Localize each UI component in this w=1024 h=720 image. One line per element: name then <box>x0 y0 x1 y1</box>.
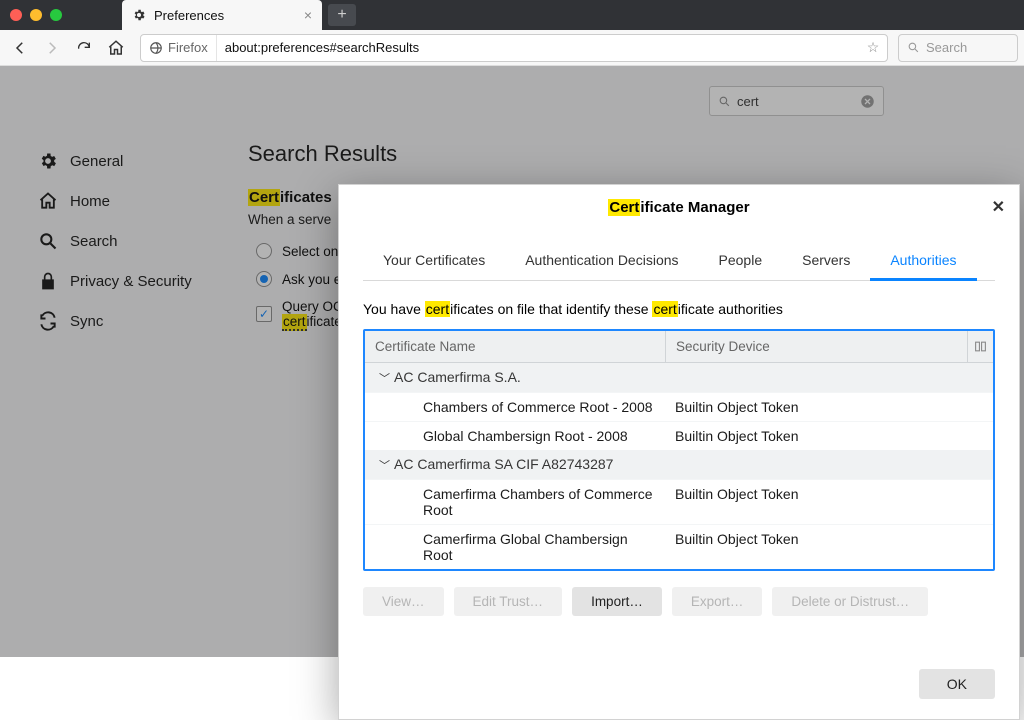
tab-your-certificates[interactable]: Your Certificates <box>363 242 505 280</box>
url-bar[interactable]: Firefox about:preferences#searchResults … <box>140 34 888 62</box>
table-row[interactable]: Global Chambersign Root - 2008Builtin Ob… <box>365 421 993 450</box>
highlight: Cert <box>608 199 640 216</box>
bookmark-star-icon[interactable]: ☆ <box>859 39 887 56</box>
home-button[interactable] <box>102 34 130 62</box>
export-button[interactable]: Export… <box>672 587 763 616</box>
tab-authorities[interactable]: Authorities <box>870 242 976 280</box>
tab-strip: Preferences × + <box>0 0 1024 30</box>
window-close-button[interactable] <box>10 9 22 21</box>
table-group[interactable]: ﹀AC Camerfirma S.A. <box>365 363 993 392</box>
dialog-title: Certificate Manager ✕ <box>339 185 1019 220</box>
search-placeholder: Search <box>926 40 967 55</box>
new-tab-button[interactable]: + <box>328 4 356 26</box>
delete-distrust-button[interactable]: Delete or Distrust… <box>772 587 928 616</box>
table-row[interactable]: Camerfirma Global Chambersign RootBuilti… <box>365 524 993 569</box>
tab-preferences[interactable]: Preferences × <box>122 0 322 30</box>
highlight: cert <box>652 301 677 317</box>
tab-title: Preferences <box>154 8 224 23</box>
import-button[interactable]: Import… <box>572 587 662 616</box>
cell-security-device: Builtin Object Token <box>665 480 993 524</box>
tab-servers[interactable]: Servers <box>782 242 870 280</box>
identity-label: Firefox <box>168 40 208 55</box>
tab-auth-decisions[interactable]: Authentication Decisions <box>505 242 698 280</box>
certificate-manager-dialog: Certificate Manager ✕ Your Certificates … <box>338 184 1020 720</box>
cell-cert-name: Global Chambersign Root - 2008 <box>365 422 665 450</box>
table-row[interactable]: Chambers of Commerce Root - 2008Builtin … <box>365 392 993 421</box>
table-row[interactable]: Camerfirma Chambers of Commerce RootBuil… <box>365 479 993 524</box>
column-picker-icon[interactable] <box>967 331 993 362</box>
dialog-close-button[interactable]: ✕ <box>992 197 1005 217</box>
window-zoom-button[interactable] <box>50 9 62 21</box>
url-text: about:preferences#searchResults <box>217 40 859 55</box>
chevron-down-icon: ﹀ <box>379 370 390 386</box>
ok-button[interactable]: OK <box>919 669 995 699</box>
window-minimize-button[interactable] <box>30 9 42 21</box>
cell-cert-name: Chambers of Commerce Root - 2008 <box>365 393 665 421</box>
table-group[interactable]: ﹀AC Camerfirma SA CIF A82743287 <box>365 450 993 479</box>
edit-trust-button[interactable]: Edit Trust… <box>454 587 563 616</box>
gear-icon <box>132 8 146 22</box>
search-bar[interactable]: Search <box>898 34 1018 62</box>
cell-cert-name: Camerfirma Chambers of Commerce Root <box>365 480 665 524</box>
view-button[interactable]: View… <box>363 587 444 616</box>
window-controls <box>10 9 62 21</box>
dialog-tabs: Your Certificates Authentication Decisio… <box>363 242 995 281</box>
cell-security-device: Builtin Object Token <box>665 525 993 569</box>
back-button[interactable] <box>6 34 34 62</box>
tab-close-icon[interactable]: × <box>304 8 312 22</box>
table-header: Certificate Name Security Device <box>365 331 993 363</box>
forward-button[interactable] <box>38 34 66 62</box>
dialog-button-row: View… Edit Trust… Import… Export… Delete… <box>339 571 1019 628</box>
column-security-device[interactable]: Security Device <box>665 331 967 362</box>
identity-box[interactable]: Firefox <box>141 35 217 61</box>
cell-security-device: Builtin Object Token <box>665 393 993 421</box>
certificate-table[interactable]: Certificate Name Security Device ﹀AC Cam… <box>363 329 995 571</box>
tab-people[interactable]: People <box>699 242 783 280</box>
highlight: cert <box>425 301 450 317</box>
nav-toolbar: Firefox about:preferences#searchResults … <box>0 30 1024 66</box>
reload-button[interactable] <box>70 34 98 62</box>
chevron-down-icon: ﹀ <box>379 457 390 473</box>
dialog-description: You have certificates on file that ident… <box>363 301 995 317</box>
cell-cert-name: Camerfirma Global Chambersign Root <box>365 525 665 569</box>
cell-security-device: Builtin Object Token <box>665 422 993 450</box>
column-certificate-name[interactable]: Certificate Name <box>365 331 665 362</box>
